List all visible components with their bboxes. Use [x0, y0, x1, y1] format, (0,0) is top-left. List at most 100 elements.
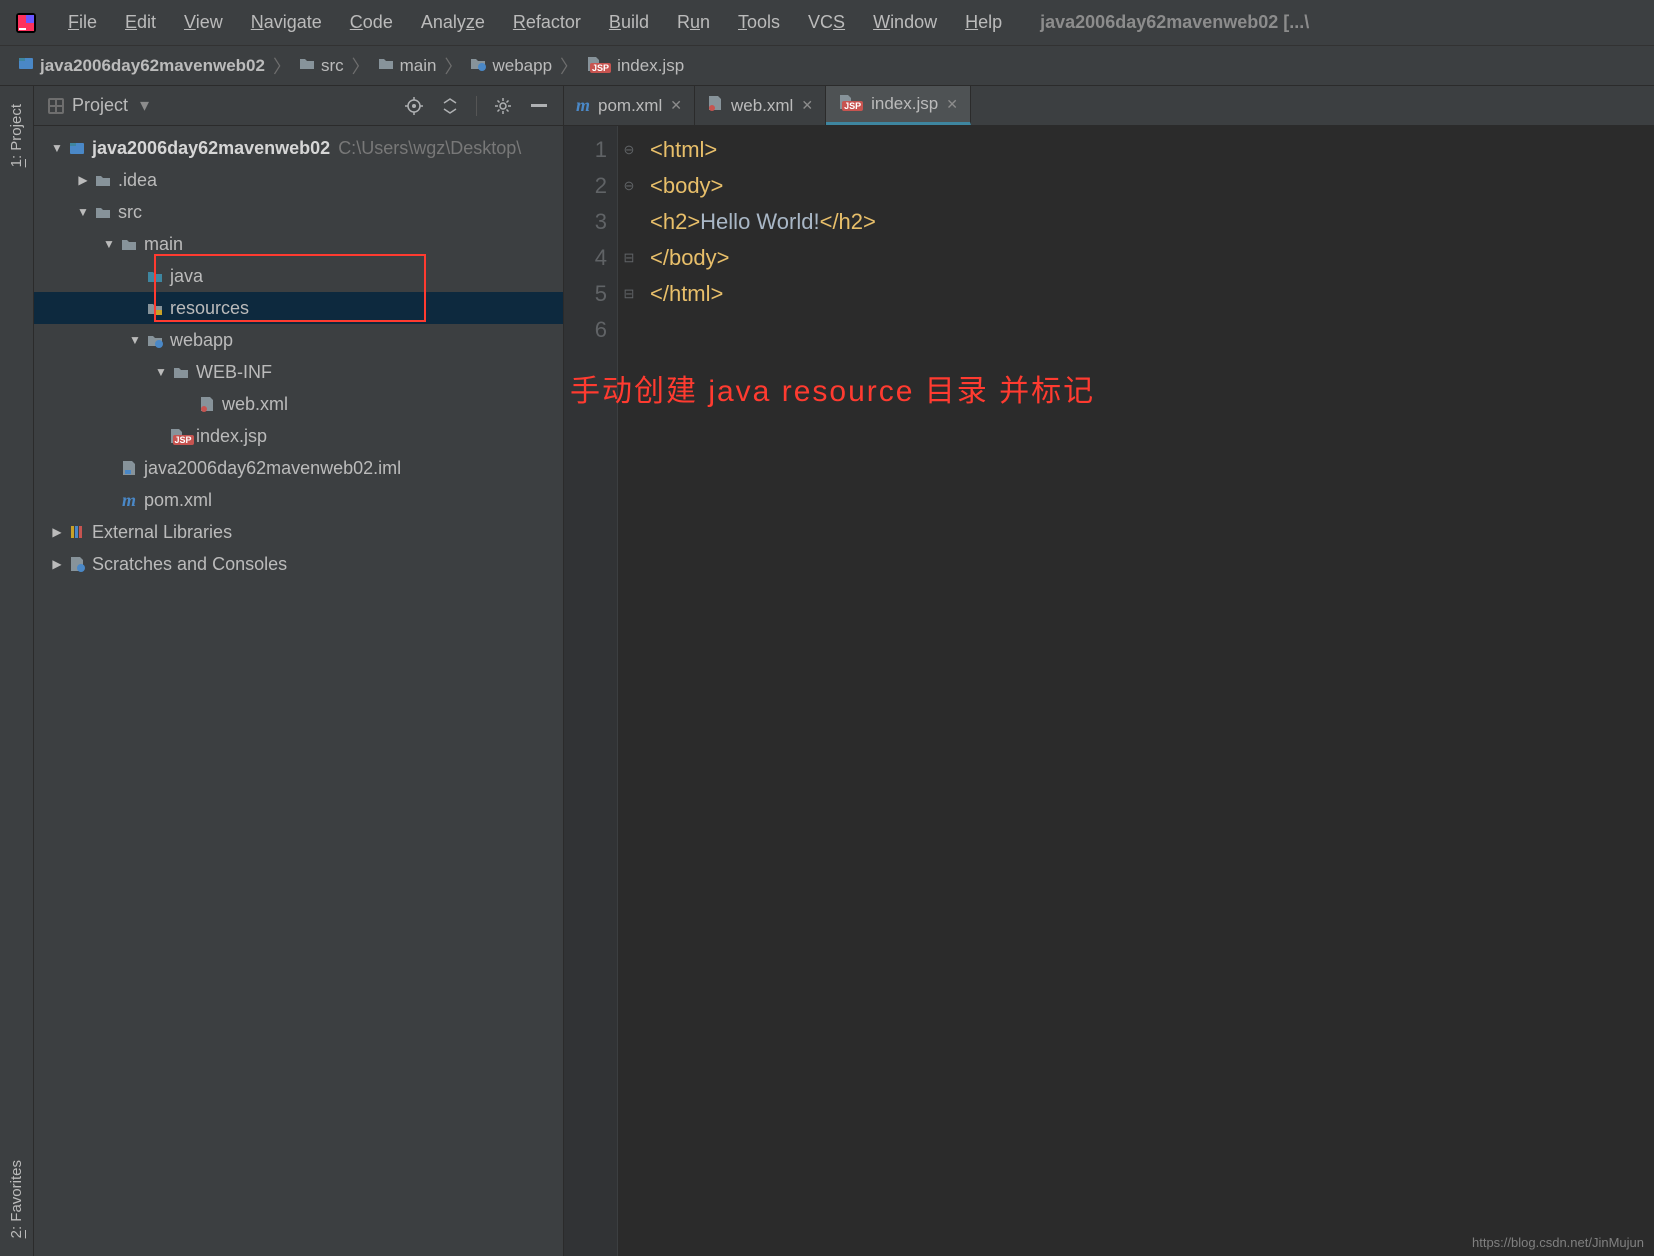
favorites-tool-tab[interactable]: 2: Favorites [4, 1150, 29, 1248]
line-number: 6 [564, 312, 607, 348]
breadcrumb-bar: java2006day62mavenweb02〉src〉main〉webapp〉… [0, 46, 1654, 86]
tool-window-header: Project ▾ [34, 86, 563, 126]
editor-area: mpom.xml✕web.xml✕JSPindex.jsp✕ 123456 ⊖⊖… [564, 86, 1654, 1256]
line-number-gutter: 123456 [564, 126, 618, 1256]
maven-icon: m [576, 95, 590, 116]
project-icon [48, 98, 64, 114]
code-line[interactable]: <body> [650, 168, 1654, 204]
fold-marker-icon [618, 312, 640, 348]
tree-node-resources[interactable]: resources [34, 292, 563, 324]
tree-label: web.xml [222, 394, 288, 415]
left-tool-stripe: 1: Project 2: Favorites [0, 86, 34, 1256]
tree-node-java2006day62mavenweb02-iml[interactable]: java2006day62mavenweb02.iml [34, 452, 563, 484]
module-icon [68, 139, 86, 157]
fold-marker-icon [618, 204, 640, 240]
breadcrumb-item[interactable]: main [372, 53, 443, 78]
tree-node-java2006day62mavenweb02[interactable]: ▼ java2006day62mavenweb02 C:\Users\wgz\Des… [34, 132, 563, 164]
menu-build[interactable]: Build [595, 6, 663, 39]
tree-node--idea[interactable]: ▶.idea [34, 164, 563, 196]
menu-tools[interactable]: Tools [724, 6, 794, 39]
tree-node-Scratches-and-Consoles[interactable]: ▶ Scratches and Consoles [34, 548, 563, 580]
project-tree[interactable]: ▼ java2006day62mavenweb02 C:\Users\wgz\Des… [34, 126, 563, 1256]
menu-code[interactable]: Code [336, 6, 407, 39]
tree-node-index-jsp[interactable]: JSPindex.jsp [34, 420, 563, 452]
menu-vcs[interactable]: VCS [794, 6, 859, 39]
res-folder-icon [146, 299, 164, 317]
tree-label: java [170, 266, 203, 287]
close-icon[interactable]: ✕ [946, 96, 958, 113]
menu-refactor[interactable]: Refactor [499, 6, 595, 39]
tree-arrow-icon[interactable]: ▼ [50, 141, 64, 155]
line-number: 2 [564, 168, 607, 204]
code-line[interactable] [650, 312, 1654, 348]
tree-node-pom-xml[interactable]: mpom.xml [34, 484, 563, 516]
folder-icon [120, 235, 138, 253]
breadcrumb-item[interactable]: webapp [464, 53, 558, 78]
folder-icon [94, 203, 112, 221]
editor-tab-index-jsp[interactable]: JSPindex.jsp✕ [826, 86, 971, 125]
editor-body[interactable]: 123456 ⊖⊖ ⊟⊟ 手动创建 java resource 目录 并标记 <h… [564, 126, 1654, 1256]
close-icon[interactable]: ✕ [801, 97, 813, 114]
breadcrumb-item[interactable]: JSPindex.jsp [580, 53, 690, 79]
fold-marker-icon[interactable]: ⊟ [618, 240, 640, 276]
editor-tab-web-xml[interactable]: web.xml ✕ [695, 86, 826, 125]
menu-view[interactable]: View [170, 6, 237, 39]
expand-all-icon[interactable] [440, 96, 460, 116]
tree-node-External-Libraries[interactable]: ▶External Libraries [34, 516, 563, 548]
tree-node-web-xml[interactable]: web.xml [34, 388, 563, 420]
tree-arrow-icon[interactable]: ▼ [102, 237, 116, 251]
project-tool-window: Project ▾ ▼ java2006day62mavenweb02 C:\Use… [34, 86, 564, 1256]
menu-file[interactable]: File [54, 6, 111, 39]
menu-window[interactable]: Window [859, 6, 951, 39]
tool-window-title[interactable]: Project ▾ [48, 95, 149, 116]
maven-icon: m [120, 491, 138, 509]
tree-arrow-icon[interactable]: ▶ [50, 557, 64, 571]
tree-label: webapp [170, 330, 233, 351]
menu-navigate[interactable]: Navigate [237, 6, 336, 39]
chevron-right-icon: 〉 [350, 53, 372, 79]
tree-label: java2006day62mavenweb02 [92, 138, 330, 159]
menu-analyze[interactable]: Analyze [407, 6, 499, 39]
chevron-down-icon: ▾ [140, 95, 149, 116]
tree-arrow-icon[interactable]: ▼ [76, 205, 90, 219]
tree-arrow-icon[interactable]: ▼ [154, 365, 168, 379]
tree-arrow-icon[interactable]: ▼ [128, 333, 142, 347]
tree-node-java[interactable]: java [34, 260, 563, 292]
breadcrumb-item[interactable]: src [293, 53, 350, 78]
tree-label: main [144, 234, 183, 255]
menu-help[interactable]: Help [951, 6, 1016, 39]
code-line[interactable]: </body> [650, 240, 1654, 276]
code-line[interactable]: <html> [650, 132, 1654, 168]
editor-tabs: mpom.xml✕web.xml✕JSPindex.jsp✕ [564, 86, 1654, 126]
breadcrumb-item[interactable]: java2006day62mavenweb02 [12, 53, 271, 78]
tree-node-src[interactable]: ▼src [34, 196, 563, 228]
line-number: 5 [564, 276, 607, 312]
locate-icon[interactable] [404, 96, 424, 116]
code-line[interactable]: <h2>Hello World!</h2> [650, 204, 1654, 240]
close-icon[interactable]: ✕ [670, 97, 682, 114]
fold-gutter[interactable]: ⊖⊖ ⊟⊟ [618, 126, 640, 1256]
tree-arrow-icon[interactable]: ▶ [76, 173, 90, 187]
menu-edit[interactable]: Edit [111, 6, 170, 39]
editor-tab-pom-xml[interactable]: m pom.xml ✕ [564, 86, 695, 125]
tree-label: Scratches and Consoles [92, 554, 287, 575]
gear-icon[interactable] [493, 96, 513, 116]
fold-marker-icon[interactable]: ⊖ [618, 168, 640, 204]
menu-run[interactable]: Run [663, 6, 724, 39]
code-area[interactable]: 手动创建 java resource 目录 并标记 <html><body><h… [640, 126, 1654, 1256]
folder-icon [172, 363, 190, 381]
hide-icon[interactable] [529, 96, 549, 116]
tree-label: WEB-INF [196, 362, 272, 383]
tree-sublabel: C:\Users\wgz\Desktop\ [338, 138, 521, 159]
tree-node-webapp[interactable]: ▼ webapp [34, 324, 563, 356]
tree-arrow-icon[interactable]: ▶ [50, 525, 64, 539]
iml-icon [120, 459, 138, 477]
tree-node-WEB-INF[interactable]: ▼ WEB-INF [34, 356, 563, 388]
tab-label: web.xml [731, 96, 793, 116]
fold-marker-icon[interactable]: ⊖ [618, 132, 640, 168]
tree-node-main[interactable]: ▼ main [34, 228, 563, 260]
project-tool-tab[interactable]: 1: Project [4, 94, 29, 177]
tab-label: pom.xml [598, 96, 662, 116]
fold-marker-icon[interactable]: ⊟ [618, 276, 640, 312]
code-line[interactable]: </html> [650, 276, 1654, 312]
